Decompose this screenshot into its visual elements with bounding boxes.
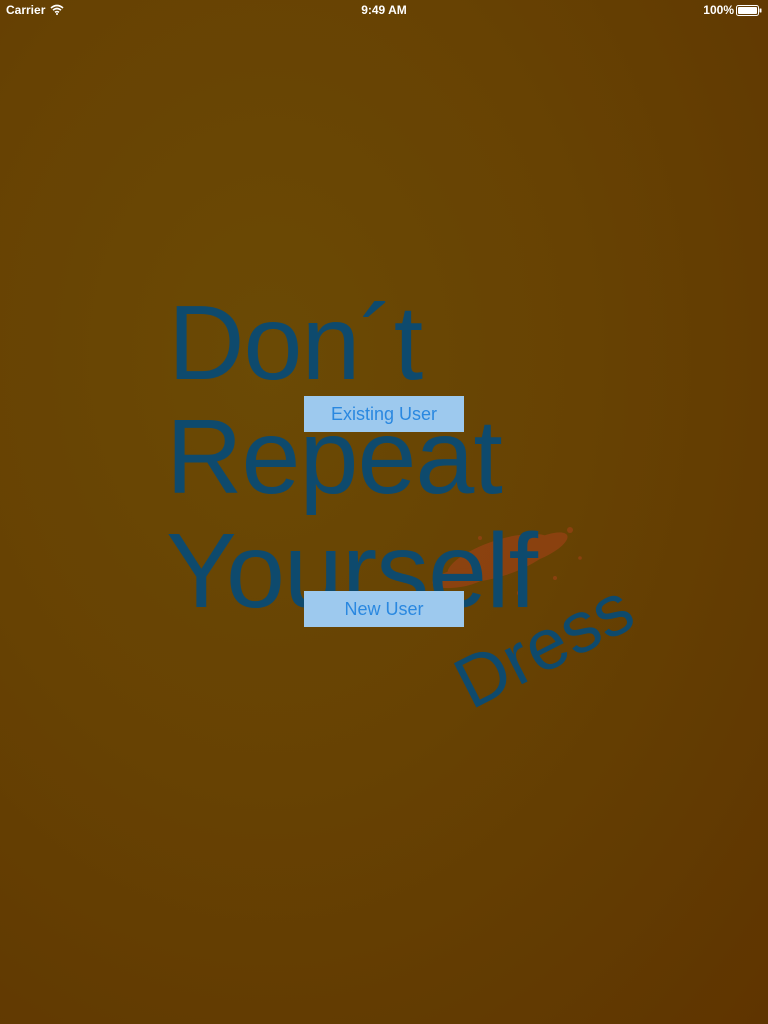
existing-user-button[interactable]: Existing User bbox=[304, 396, 464, 432]
logo-line-dont: Don´t bbox=[168, 284, 423, 402]
new-user-button[interactable]: New User bbox=[304, 591, 464, 627]
app-logo: Don´t Repeat Yourself Dress bbox=[0, 0, 768, 1024]
